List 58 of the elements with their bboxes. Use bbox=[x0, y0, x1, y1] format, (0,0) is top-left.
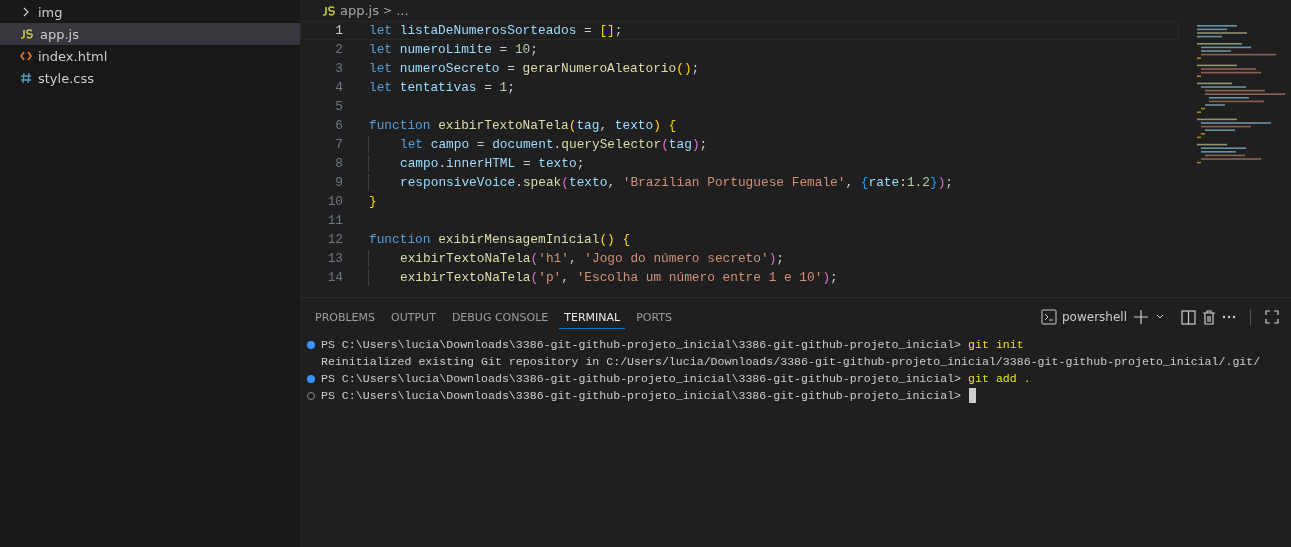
panel-tab[interactable]: OUTPUT bbox=[386, 305, 441, 329]
panel-tab[interactable]: TERMINAL bbox=[559, 305, 626, 329]
panel-tab[interactable]: PROBLEMS bbox=[310, 305, 381, 329]
line-number: 6 bbox=[334, 118, 343, 133]
terminal-selector[interactable]: powershell bbox=[1041, 309, 1127, 325]
breadcrumb-separator: > bbox=[383, 4, 393, 17]
code-line: let listaDeNumerosSorteados = []; bbox=[369, 23, 623, 38]
code-line: function exibirMensagemInicial() { bbox=[369, 232, 631, 247]
line-number: 3 bbox=[334, 61, 343, 76]
line-number: 1 bbox=[334, 23, 343, 38]
terminal-command-line: PS C:\Users\lucia\Downloads\3386-git-github-projeto_inicial\3386-git-github-projeto_inicial> git init bbox=[321, 338, 1024, 351]
file-name: img bbox=[38, 4, 63, 20]
line-number: 5 bbox=[334, 99, 343, 114]
line-number: 14 bbox=[326, 270, 343, 285]
file-tree-item[interactable]: app.js bbox=[0, 23, 300, 45]
code-line: let campo = document.querySelector(tag); bbox=[400, 137, 708, 152]
code-line: let numeroLimite = 10; bbox=[369, 42, 538, 57]
more-icon[interactable] bbox=[1222, 315, 1236, 319]
terminal-command-line: PS C:\Users\lucia\Downloads\3386-git-github-projeto_inicial\3386-git-github-projeto_inicial> git add . bbox=[321, 372, 1031, 385]
line-number: 4 bbox=[334, 80, 343, 95]
code-line: campo.innerHTML = texto; bbox=[400, 156, 585, 171]
file-name: style.css bbox=[38, 70, 94, 86]
code-line: responsiveVoice.speak(texto, 'Brazilian Portuguese Female', {rate:1.2}); bbox=[400, 175, 953, 190]
terminal-output: Reinitialized existing Git repository in C:/Users/lucia/Downloads/3386-git-github-projeto_inicial/3386-git-github-projeto_inicial/.git/ bbox=[321, 355, 1261, 368]
code-brackets-icon bbox=[20, 51, 32, 61]
line-number: 9 bbox=[334, 175, 343, 190]
js-file-icon bbox=[322, 5, 336, 16]
file-name: index.html bbox=[38, 48, 108, 64]
panel-tab[interactable]: DEBUG CONSOLE bbox=[446, 305, 554, 329]
file-tree-item[interactable]: style.css bbox=[0, 67, 300, 89]
hash-icon bbox=[20, 72, 32, 84]
file-name: app.js bbox=[40, 26, 79, 42]
file-tree-item[interactable]: img bbox=[0, 1, 300, 23]
line-number: 11 bbox=[326, 213, 343, 228]
line-number: 13 bbox=[326, 251, 343, 266]
split-icon[interactable] bbox=[1181, 309, 1196, 325]
line-number: 7 bbox=[334, 137, 343, 152]
code-line: exibirTextoNaTela('h1', 'Jogo do número secreto'); bbox=[400, 251, 784, 266]
code-line: } bbox=[369, 194, 377, 209]
breadcrumb-symbol[interactable]: ... bbox=[396, 3, 409, 18]
line-number: 8 bbox=[334, 156, 343, 171]
breadcrumb-file[interactable]: app.js bbox=[340, 3, 379, 18]
maximize-icon[interactable] bbox=[1265, 310, 1279, 324]
line-number: 10 bbox=[326, 194, 343, 209]
code-line: let numeroSecreto = gerarNumeroAleatorio(); bbox=[369, 61, 700, 76]
file-tree-item[interactable]: index.html bbox=[0, 45, 300, 67]
terminal-icon bbox=[1041, 309, 1057, 325]
js-file-icon bbox=[20, 29, 34, 39]
line-number: 2 bbox=[334, 42, 343, 57]
trash-icon[interactable] bbox=[1202, 309, 1216, 325]
terminal-command-line: PS C:\Users\lucia\Downloads\3386-git-github-projeto_inicial\3386-git-github-projeto_inicial> bbox=[321, 389, 963, 402]
terminal-cursor bbox=[969, 388, 977, 403]
code-line: exibirTextoNaTela('p', 'Escolha um número entre 1 e 10'); bbox=[400, 270, 838, 285]
line-number: 12 bbox=[326, 232, 343, 247]
plus-icon[interactable] bbox=[1133, 309, 1149, 325]
code-line: function exibirTextoNaTela(tag, texto) { bbox=[369, 118, 677, 133]
code-line: let tentativas = 1; bbox=[369, 80, 515, 95]
panel-tab[interactable]: PORTS bbox=[631, 305, 677, 329]
